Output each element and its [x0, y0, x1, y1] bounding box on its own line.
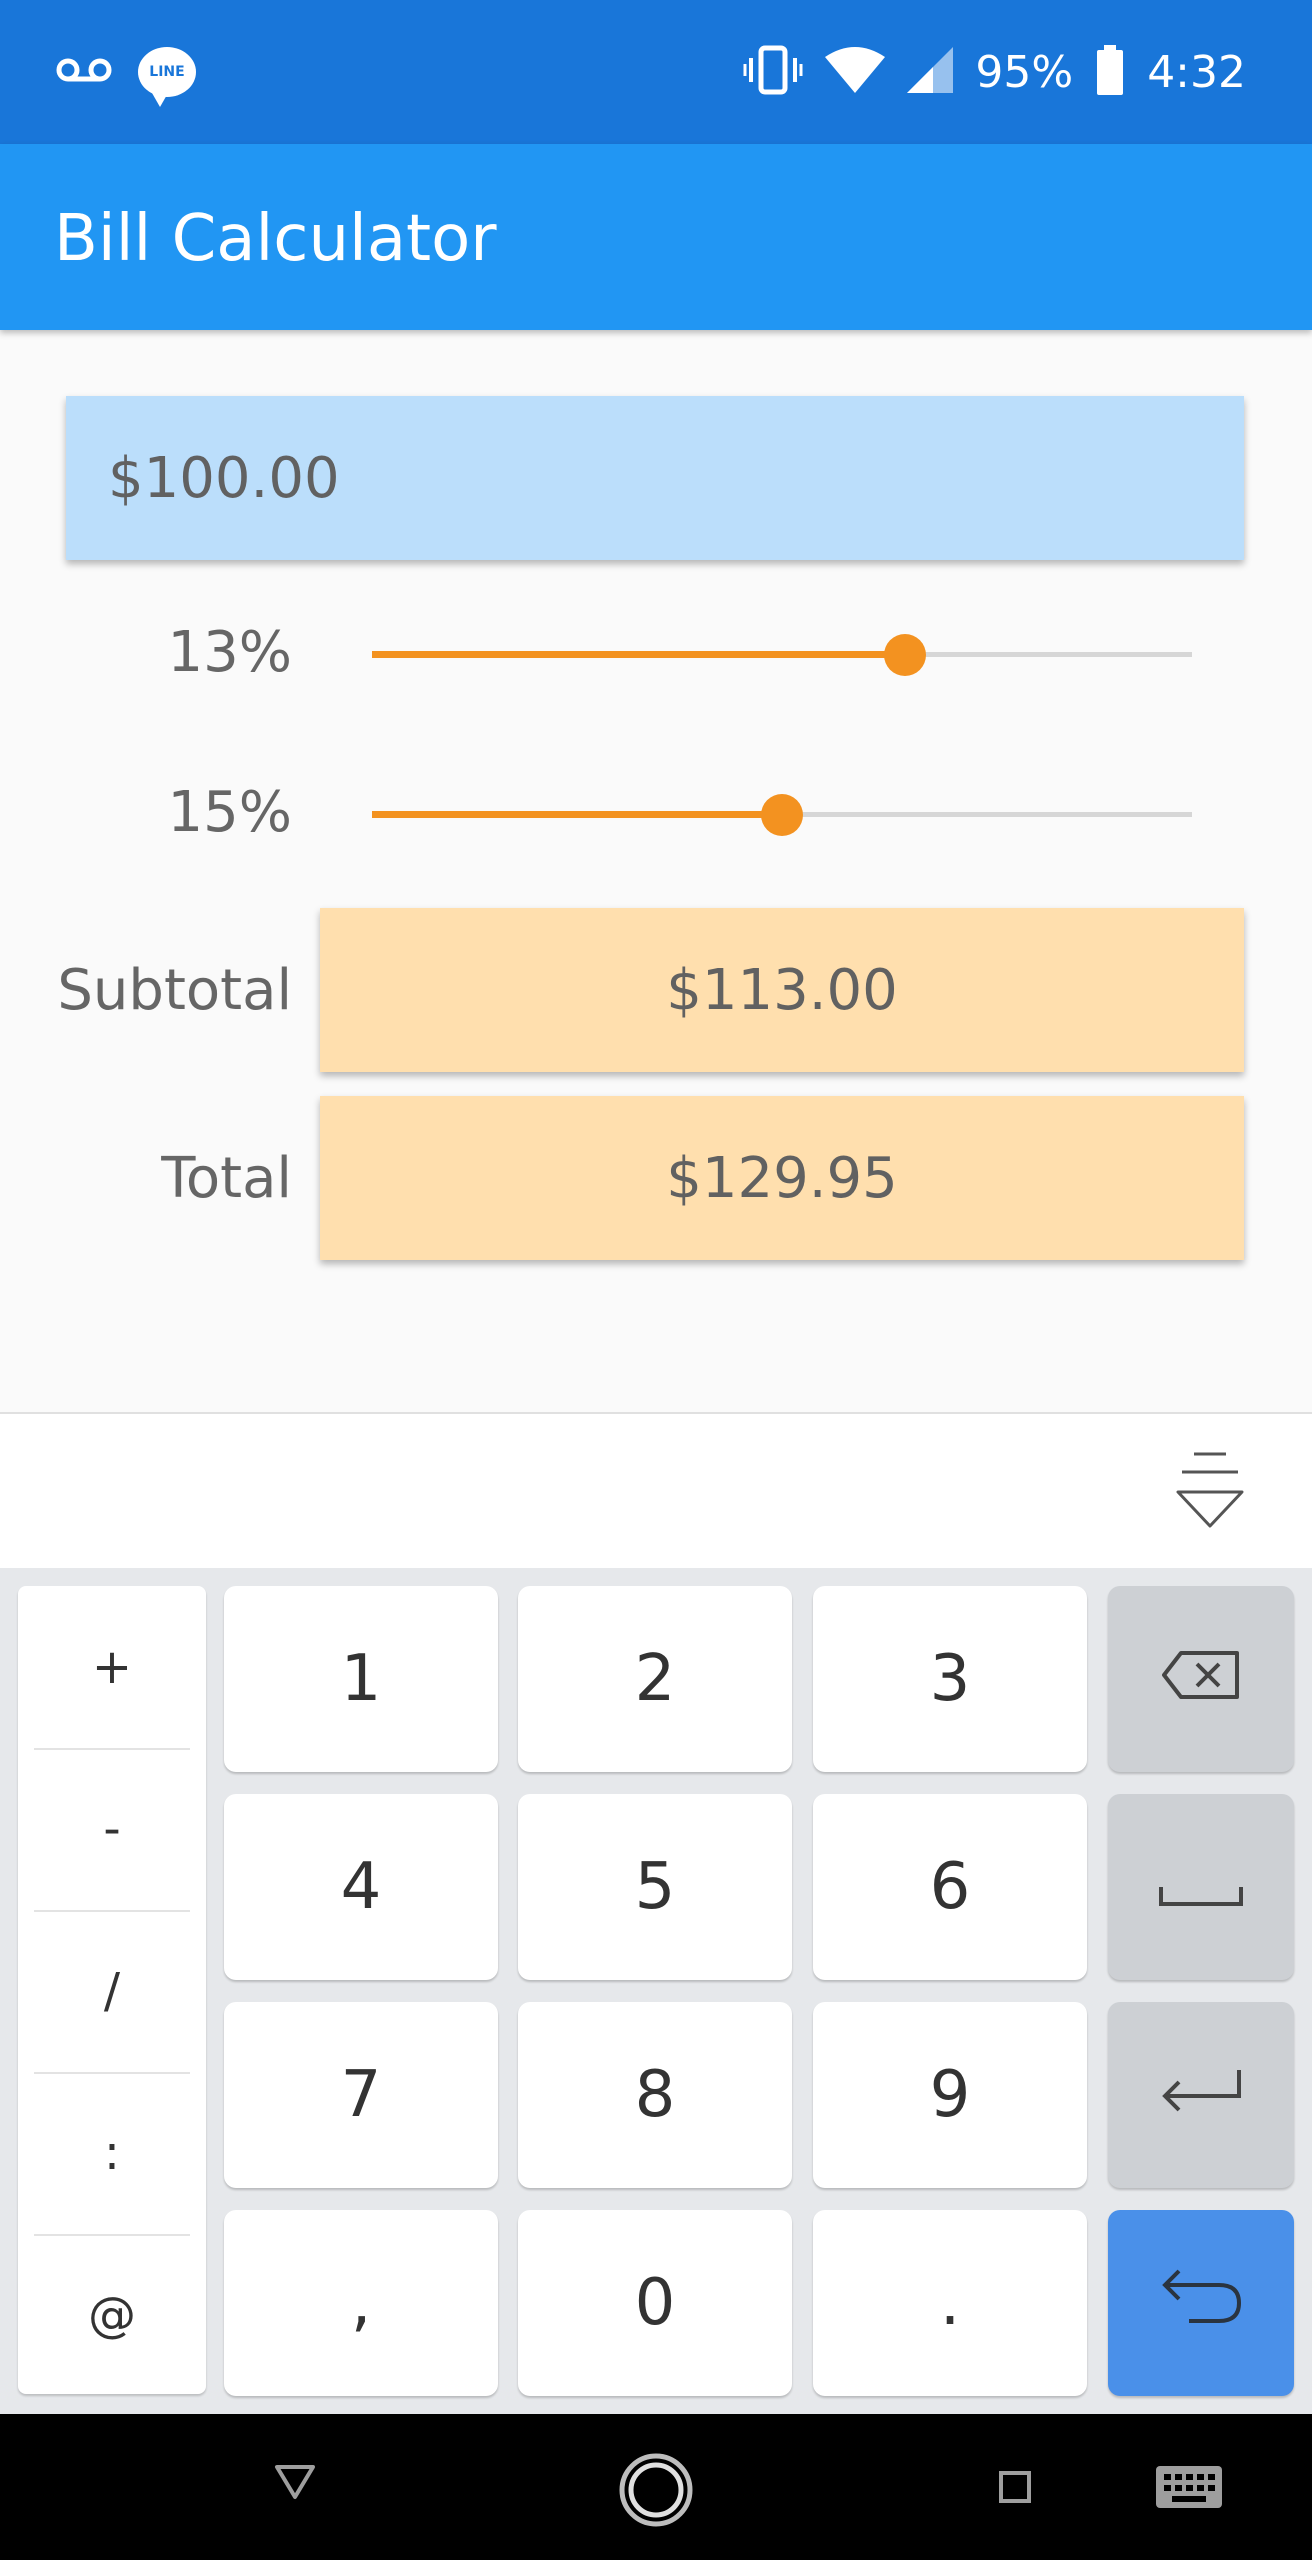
back-icon[interactable] — [274, 2464, 316, 2505]
tax-percent-label: 13% — [167, 620, 292, 685]
numeric-keyboard: + - / : @ 1 2 3 4 5 6 7 8 9 , 0 . — [0, 1568, 1312, 2414]
clock: 4:32 — [1147, 46, 1246, 98]
space-icon — [1158, 1850, 1244, 1924]
key-6[interactable]: 6 — [813, 1794, 1087, 1980]
app-bar: Bill Calculator — [0, 144, 1312, 330]
done-key[interactable] — [1108, 2210, 1294, 2396]
backspace-key[interactable] — [1108, 1586, 1294, 1772]
hide-keyboard-icon[interactable] — [1174, 1450, 1246, 1530]
tax-slider[interactable] — [372, 624, 1192, 684]
key-period[interactable]: . — [813, 2210, 1087, 2396]
key-at[interactable]: @ — [18, 2234, 206, 2396]
enter-key[interactable] — [1108, 2002, 1294, 2188]
key-5[interactable]: 5 — [518, 1794, 792, 1980]
tip-slider-fill — [372, 811, 782, 818]
keyboard-icon[interactable] — [1154, 2464, 1224, 2515]
subtotal-value: $113.00 — [320, 908, 1244, 1072]
key-plus[interactable]: + — [18, 1586, 206, 1748]
home-icon[interactable] — [618, 2452, 694, 2533]
bill-amount-input[interactable]: $100.00 — [66, 396, 1244, 560]
subtotal-label: Subtotal — [57, 958, 292, 1023]
key-7[interactable]: 7 — [224, 2002, 498, 2188]
key-minus[interactable]: - — [18, 1748, 206, 1910]
battery-icon — [1095, 44, 1125, 100]
key-3[interactable]: 3 — [813, 1586, 1087, 1772]
vibrate-icon — [743, 44, 803, 101]
tip-percent-label: 15% — [167, 780, 292, 845]
tax-slider-thumb[interactable] — [884, 634, 926, 676]
key-9[interactable]: 9 — [813, 2002, 1087, 2188]
bill-amount-value: $100.00 — [108, 446, 340, 511]
key-2[interactable]: 2 — [518, 1586, 792, 1772]
page-title: Bill Calculator — [54, 202, 497, 276]
key-0[interactable]: 0 — [518, 2210, 792, 2396]
line-app-icon: LINE — [138, 47, 196, 107]
key-4[interactable]: 4 — [224, 1794, 498, 1980]
tip-slider[interactable] — [372, 784, 1192, 844]
voicemail-icon — [56, 55, 112, 90]
backspace-icon — [1161, 1642, 1241, 1716]
tax-slider-fill — [372, 651, 905, 658]
recents-icon[interactable] — [998, 2470, 1032, 2509]
enter-icon — [1159, 2058, 1243, 2132]
wifi-icon — [825, 45, 886, 100]
status-bar: LINE 95% 4:32 — [0, 0, 1312, 144]
key-slash[interactable]: / — [18, 1910, 206, 2072]
symbol-column: + - / : @ — [18, 1586, 206, 2394]
key-1[interactable]: 1 — [224, 1586, 498, 1772]
keyboard-toolbar — [0, 1412, 1312, 1570]
total-value: $129.95 — [320, 1096, 1244, 1260]
key-8[interactable]: 8 — [518, 2002, 792, 2188]
space-key[interactable] — [1108, 1794, 1294, 1980]
battery-percent: 95% — [975, 46, 1074, 98]
total-label: Total — [161, 1146, 292, 1211]
key-colon[interactable]: : — [18, 2072, 206, 2234]
done-icon — [1159, 2265, 1243, 2341]
navigation-bar — [0, 2414, 1312, 2560]
tip-slider-thumb[interactable] — [761, 794, 803, 836]
signal-icon — [907, 46, 954, 98]
key-comma[interactable]: , — [224, 2210, 498, 2396]
